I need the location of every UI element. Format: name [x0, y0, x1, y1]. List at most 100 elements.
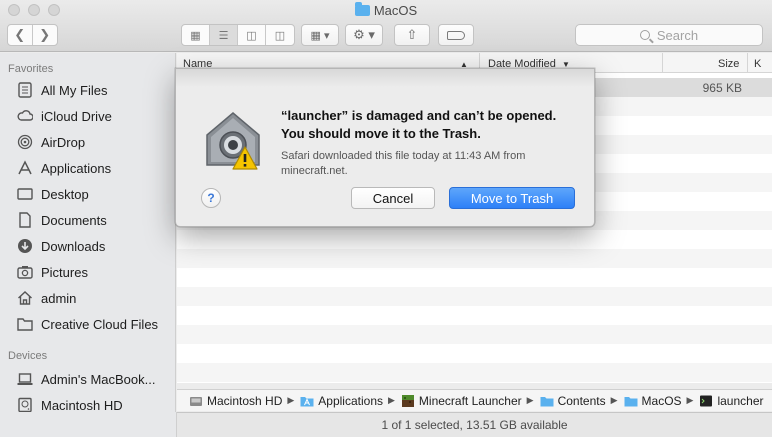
desktop-icon: [17, 186, 33, 202]
chevron-right-icon: ▶: [526, 395, 534, 405]
sidebar-item-pictures[interactable]: Pictures: [17, 262, 88, 282]
sidebar-footer: [0, 412, 177, 437]
column-view-button[interactable]: ◫: [238, 25, 266, 45]
sidebar-item-label: Downloads: [41, 238, 106, 254]
documents-icon: [17, 212, 33, 228]
hard-drive-icon: [17, 397, 33, 413]
icon-view-button[interactable]: ▦: [182, 25, 210, 45]
search-icon: [639, 30, 650, 40]
window-titlebar: MacOS ❮ ❯ ▦ ☰ ◫ ◫ ▦ ▾ ⚙ ▾ ⇧ Search: [0, 0, 772, 52]
terminal-icon: [699, 395, 713, 407]
home-icon: [17, 290, 33, 306]
action-button[interactable]: ⚙ ▾: [345, 24, 383, 46]
path-segment-launcher[interactable]: launcher: [699, 393, 764, 408]
back-forward-control: ❮ ❯: [7, 24, 58, 46]
chevron-right-icon: ❯: [39, 27, 51, 42]
arrange-button[interactable]: ▦ ▾: [301, 24, 339, 46]
help-button[interactable]: ?: [201, 188, 221, 208]
table-row-empty: [177, 287, 772, 306]
applications-icon: [17, 160, 33, 176]
all-files-icon: [17, 82, 33, 98]
path-bar: Macintosh HD ▶ Applications ▶ Minecraft …: [177, 389, 772, 411]
icon-view-icon: ▦: [190, 29, 201, 42]
cancel-button[interactable]: Cancel: [351, 187, 435, 209]
forward-button[interactable]: ❯: [33, 25, 57, 45]
column-size[interactable]: Size: [718, 58, 739, 70]
path-segment-label: Macintosh HD: [207, 393, 283, 408]
dialog-title: “launcher” is damaged and can’t be opene…: [281, 108, 557, 141]
minecraft-icon: [401, 394, 415, 407]
tag-icon: [447, 30, 465, 40]
sidebar-item-documents[interactable]: Documents: [17, 210, 107, 230]
path-segment-macos[interactable]: MacOS: [624, 394, 682, 408]
sidebar-item-label: AirDrop: [41, 134, 86, 150]
search-placeholder: Search: [656, 27, 699, 43]
cloud-icon: [17, 108, 34, 124]
search-field[interactable]: Search: [575, 24, 763, 46]
cover-flow-icon: ◫: [274, 29, 286, 42]
sidebar-item-admins-macbook[interactable]: Admin's MacBook...: [17, 369, 155, 389]
sidebar-item-airdrop[interactable]: AirDrop: [17, 132, 85, 152]
path-segment-applications[interactable]: Applications: [300, 394, 383, 408]
view-mode-control: ▦ ☰ ◫ ◫: [181, 24, 295, 46]
sidebar-item-desktop[interactable]: Desktop: [17, 184, 89, 204]
dialog-message: Safari downloaded this file today at 11:…: [281, 150, 526, 177]
sidebar-item-icloud-drive[interactable]: iCloud Drive: [17, 106, 112, 126]
hard-drive-icon: [189, 395, 203, 407]
sidebar-item-label: Desktop: [41, 186, 89, 202]
favorites-heading: Favorites: [8, 63, 54, 75]
file-size: 965 KB: [702, 81, 742, 95]
table-row-empty: [177, 230, 772, 249]
path-segment-contents[interactable]: Contents: [540, 394, 606, 408]
dialog-top-edge: [176, 69, 594, 87]
sidebar-item-downloads[interactable]: Downloads: [17, 236, 105, 256]
chevron-right-icon: ▶: [610, 395, 618, 405]
applications-folder-icon: [300, 395, 314, 407]
list-view-button[interactable]: ☰: [210, 25, 238, 45]
table-row-empty: [177, 306, 772, 325]
tags-button[interactable]: [438, 24, 474, 46]
gatekeeper-warning-icon: [201, 107, 265, 171]
path-segment-macintosh-hd[interactable]: Macintosh HD: [189, 394, 282, 408]
sidebar: Favorites All My Files iCloud Drive AirD…: [0, 53, 176, 437]
sidebar-item-label: Admin's MacBook...: [41, 371, 156, 387]
camera-icon: [17, 264, 33, 280]
share-icon: ⇧: [406, 27, 418, 42]
cover-flow-button[interactable]: ◫: [266, 25, 294, 45]
sidebar-item-admin[interactable]: admin: [17, 288, 76, 308]
path-segment-label: Contents: [557, 393, 606, 408]
move-to-trash-button-label: Move to Trash: [470, 190, 554, 206]
chevron-right-icon: ▶: [686, 395, 694, 405]
chevron-right-icon: ▶: [287, 395, 295, 405]
sidebar-item-all-my-files[interactable]: All My Files: [17, 80, 107, 100]
sidebar-item-label: Applications: [41, 160, 112, 176]
sidebar-item-label: iCloud Drive: [41, 108, 112, 124]
sidebar-item-label: Pictures: [41, 264, 88, 280]
list-view-icon: ☰: [218, 29, 229, 42]
table-row-empty: [177, 344, 772, 363]
gear-icon: ⚙ ▾: [353, 27, 375, 42]
path-segment-label: Applications: [318, 393, 383, 408]
sidebar-item-label: Creative Cloud Files: [41, 316, 159, 332]
path-segment-label: launcher: [717, 393, 764, 408]
back-button[interactable]: ❮: [8, 25, 33, 45]
path-segment-label: MacOS: [641, 393, 682, 408]
column-view-icon: ◫: [246, 29, 257, 42]
sidebar-item-creative-cloud-files[interactable]: Creative Cloud Files: [17, 314, 158, 334]
damaged-app-alert-dialog: “launcher” is damaged and can’t be opene…: [175, 68, 595, 227]
move-to-trash-button[interactable]: Move to Trash: [449, 187, 575, 209]
status-text: 1 of 1 selected, 13.51 GB available: [381, 418, 568, 432]
laptop-icon: [17, 371, 33, 387]
window-title-text: MacOS: [373, 3, 418, 18]
column-kind[interactable]: K: [754, 58, 761, 70]
sidebar-item-label: admin: [41, 290, 77, 306]
status-bar: 1 of 1 selected, 13.51 GB available: [177, 412, 772, 437]
sidebar-item-applications[interactable]: Applications: [17, 158, 111, 178]
folder-icon: [354, 2, 370, 16]
sidebar-item-label: Macintosh HD: [41, 397, 123, 413]
downloads-icon: [17, 238, 33, 254]
share-button[interactable]: ⇧: [394, 24, 430, 46]
path-segment-minecraft-launcher[interactable]: Minecraft Launcher: [401, 394, 522, 408]
arrange-grid-icon: ▦ ▾: [310, 29, 330, 42]
path-segment-label: Minecraft Launcher: [418, 393, 522, 408]
